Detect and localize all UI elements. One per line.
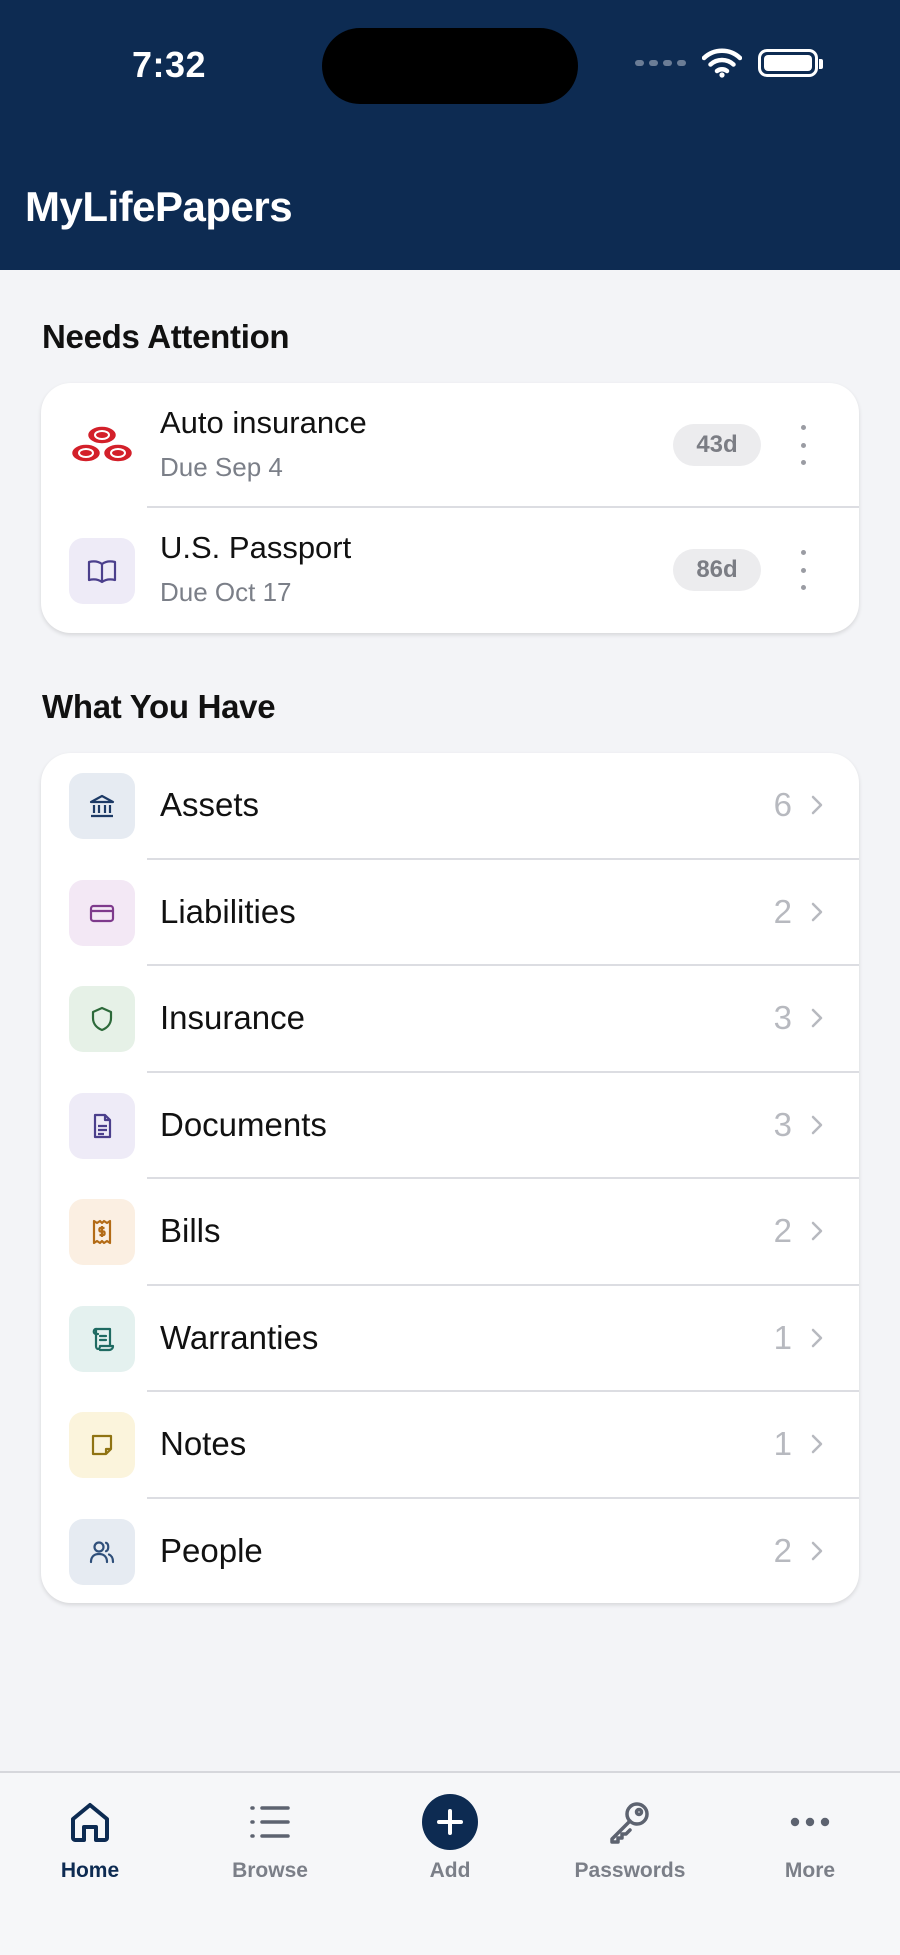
needs-attention-title: Needs Attention: [42, 318, 290, 355]
plus-circle-icon: [422, 1794, 478, 1850]
attention-item-passport[interactable]: U.S. Passport Due Oct 17 86d: [41, 508, 859, 633]
chevron-right-icon: [811, 795, 823, 815]
key-icon: [610, 1802, 649, 1844]
attention-item-title: Auto insurance: [160, 405, 367, 440]
tab-label: Browse: [232, 1859, 308, 1882]
status-time: 7:32: [132, 44, 207, 85]
more-options-icon[interactable]: [797, 550, 809, 590]
app-header: 7:32 MyLifePapers: [0, 0, 900, 270]
receipt-icon: [69, 1199, 135, 1265]
attention-item-due: Due Sep 4: [160, 452, 283, 482]
more-options-icon[interactable]: [797, 425, 809, 465]
tab-add[interactable]: Add: [375, 1791, 525, 1901]
dynamic-island: [322, 28, 578, 104]
category-label: Insurance: [160, 999, 305, 1036]
ellipsis-icon: [790, 1817, 830, 1827]
chevron-right-icon: [811, 1008, 823, 1028]
category-row-notes[interactable]: Notes 1: [41, 1392, 859, 1499]
tab-label: More: [784, 1859, 836, 1882]
what-you-have-card: Assets 6 Liabilities 2 Insurance 3 Docum…: [41, 753, 859, 1603]
attention-item-auto-insurance[interactable]: Auto insurance Due Sep 4 43d: [41, 383, 859, 508]
attention-item-due: Due Oct 17: [160, 577, 292, 607]
category-label: Notes: [160, 1425, 247, 1462]
scroll-icon: [69, 1305, 135, 1372]
bank-icon: [69, 773, 135, 839]
chevron-right-icon: [811, 1221, 823, 1241]
tab-bar: Home Browse Add Passwords More: [0, 1771, 900, 1955]
document-icon: [69, 1092, 135, 1159]
category-row-liabilities[interactable]: Liabilities 2: [41, 860, 859, 966]
category-row-bills[interactable]: Bills 2: [41, 1179, 859, 1286]
tab-label: Add: [429, 1859, 471, 1882]
wifi-icon: [702, 48, 742, 78]
what-you-have-title: What You Have: [42, 688, 276, 725]
attention-item-title: U.S. Passport: [160, 530, 352, 565]
category-count: 1: [773, 1318, 792, 1356]
chevron-right-icon: [811, 1328, 823, 1347]
app-title: MyLifePapers: [25, 183, 293, 230]
credit-card-icon: [69, 879, 135, 946]
category-label: People: [160, 1531, 263, 1569]
category-label: Warranties: [160, 1318, 319, 1356]
people-icon: [69, 1518, 135, 1585]
category-row-people[interactable]: People 2: [41, 1499, 859, 1604]
tab-passwords[interactable]: Passwords: [555, 1791, 705, 1901]
insurer-logo-icon: [69, 413, 135, 479]
category-count: 2: [773, 1531, 792, 1569]
tab-label: Home: [60, 1859, 120, 1882]
category-count: 1: [773, 1425, 792, 1462]
days-remaining-badge: 86d: [673, 549, 761, 591]
chevron-right-icon: [811, 902, 823, 921]
battery-icon: [758, 49, 823, 77]
needs-attention-card: Auto insurance Due Sep 4 43d U.S. Passpo…: [41, 383, 859, 633]
cellular-signal-icon: [635, 60, 686, 66]
chevron-right-icon: [811, 1115, 823, 1134]
tab-more[interactable]: More: [735, 1791, 885, 1901]
status-indicators: [635, 48, 823, 78]
category-row-documents[interactable]: Documents 3: [41, 1073, 859, 1179]
book-icon: [69, 538, 135, 604]
days-remaining-badge: 43d: [673, 424, 761, 466]
category-count: 3: [773, 999, 792, 1036]
category-count: 3: [773, 1105, 792, 1143]
shield-icon: [69, 986, 135, 1052]
chevron-right-icon: [811, 1434, 823, 1454]
category-row-warranties[interactable]: Warranties 1: [41, 1286, 859, 1392]
category-count: 6: [773, 786, 792, 823]
tab-browse[interactable]: Browse: [195, 1791, 345, 1901]
note-icon: [69, 1412, 135, 1478]
tab-home[interactable]: Home: [15, 1791, 165, 1901]
category-row-assets[interactable]: Assets 6: [41, 753, 859, 860]
category-count: 2: [773, 1212, 792, 1249]
category-label: Bills: [160, 1212, 221, 1249]
category-label: Liabilities: [160, 892, 296, 930]
tab-label: Passwords: [574, 1859, 686, 1882]
category-row-insurance[interactable]: Insurance 3: [41, 966, 859, 1073]
list-icon: [250, 1806, 290, 1838]
chevron-right-icon: [811, 1541, 823, 1560]
category-label: Documents: [160, 1105, 327, 1143]
home-icon: [71, 1803, 109, 1842]
category-label: Assets: [160, 786, 260, 823]
category-count: 2: [773, 892, 792, 930]
